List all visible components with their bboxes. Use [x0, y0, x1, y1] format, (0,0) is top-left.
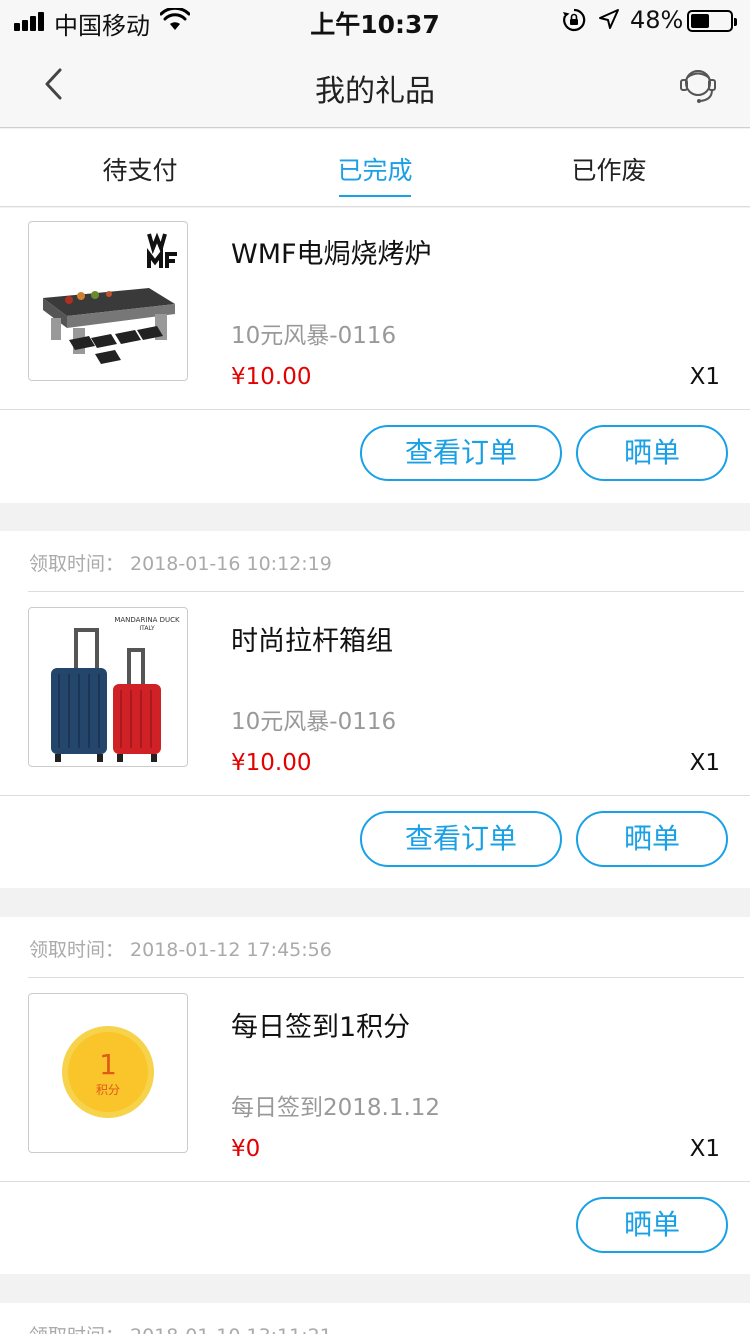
divider [0, 409, 750, 410]
order-card: 领取时间： 2018-01-10 13:11:21 [0, 1303, 750, 1334]
campaign-name: 每日签到2018.1.12 [231, 1095, 441, 1121]
product-name: 时尚拉杆箱组 [231, 626, 393, 657]
share-order-button[interactable]: 晒单 [576, 811, 728, 867]
claim-time: 领取时间： 2018-01-10 13:11:21 [29, 1321, 332, 1334]
order-card: 领取时间： 2018-01-12 17:45:56 1 积分 每日签到1积分 每… [0, 917, 750, 1274]
customer-service-icon[interactable] [676, 62, 720, 106]
grill-illustration [43, 230, 181, 364]
order-card: WMF电焗烧烤炉 10元风暴-0116 ¥10.00 X1 查看订单 晒单 [0, 208, 750, 503]
status-bar: 中国移动 上午10:37 48% [0, 0, 750, 40]
product-image-grill[interactable] [28, 221, 188, 381]
divider [0, 1181, 750, 1182]
battery-percent: 48% [630, 6, 684, 34]
product-price: ¥0 [231, 1136, 261, 1162]
tab-completed-label: 已完成 [337, 156, 413, 185]
rotation-lock-icon [563, 8, 586, 32]
share-order-button[interactable]: 晒单 [576, 425, 728, 481]
divider [28, 977, 744, 978]
view-order-button[interactable]: 查看订单 [360, 811, 562, 867]
page-title: 我的礼品 [315, 74, 435, 109]
luggage-illustration: MANDARINA DUCK ITALY [51, 616, 180, 762]
product-price: ¥10.00 [231, 364, 312, 390]
campaign-name: 10元风暴-0116 [231, 709, 397, 735]
location-icon [599, 9, 619, 29]
claim-time: 领取时间： 2018-01-12 17:45:56 [29, 939, 332, 961]
battery-icon [687, 10, 737, 32]
product-name: 每日签到1积分 [231, 1012, 411, 1043]
product-quantity: X1 [689, 364, 720, 390]
product-quantity: X1 [689, 750, 720, 776]
product-quantity: X1 [689, 1136, 720, 1162]
points-coin-icon: 1 积分 [62, 1026, 154, 1118]
campaign-name: 10元风暴-0116 [231, 323, 397, 349]
product-image-luggage[interactable]: MANDARINA DUCK ITALY [28, 607, 188, 767]
order-status-tabs: 待支付 已完成 已作废 [0, 129, 750, 207]
divider [28, 591, 744, 592]
product-name: WMF电焗烧烤炉 [231, 239, 432, 270]
divider [0, 795, 750, 796]
tab-voided[interactable]: 已作废 [559, 151, 659, 187]
order-card: 领取时间： 2018-01-16 10:12:19 MANDARINA DUCK… [0, 531, 750, 888]
claim-time: 领取时间： 2018-01-16 10:12:19 [29, 553, 332, 575]
svg-text:积分: 积分 [96, 1083, 120, 1097]
navigation-bar: 我的礼品 [0, 40, 750, 128]
view-order-button[interactable]: 查看订单 [360, 425, 562, 481]
svg-text:1: 1 [99, 1048, 117, 1081]
product-price: ¥10.00 [231, 750, 312, 776]
svg-text:MANDARINA DUCK: MANDARINA DUCK [114, 616, 180, 624]
product-image-points-coin[interactable]: 1 积分 [28, 993, 188, 1153]
tab-pending-payment[interactable]: 待支付 [90, 151, 190, 187]
svg-text:ITALY: ITALY [139, 625, 155, 632]
active-tab-underline [339, 195, 411, 197]
tab-completed[interactable]: 已完成 [325, 151, 425, 197]
share-order-button[interactable]: 晒单 [576, 1197, 728, 1253]
